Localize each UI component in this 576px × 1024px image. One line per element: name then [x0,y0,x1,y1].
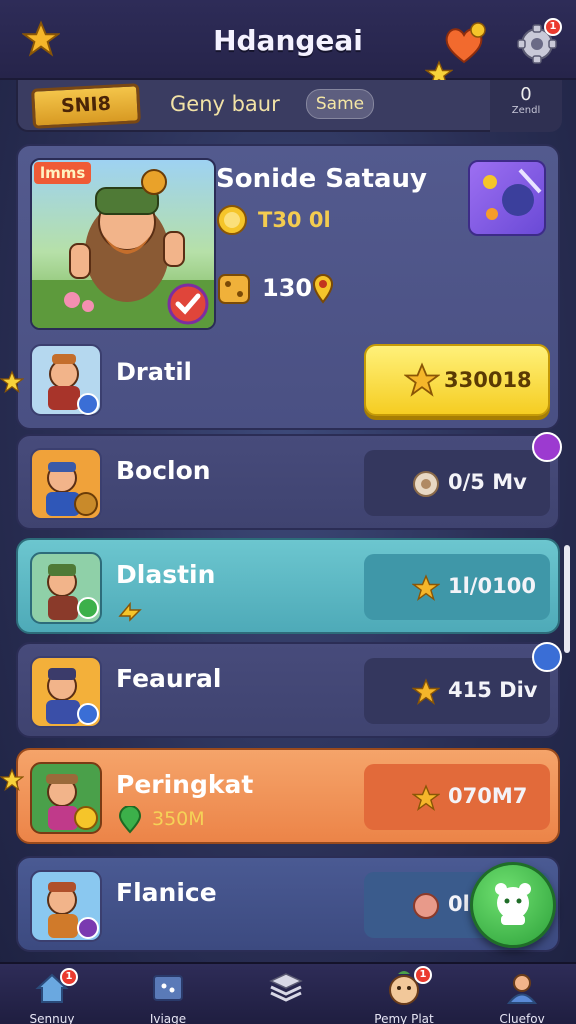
row-corner-badge [532,432,562,462]
dratil-avatar-icon [30,344,102,416]
nav-label: Pemy Plat [374,1012,434,1024]
monster-icon [483,168,542,220]
list-item[interactable]: Dlastin 1l/0100 [16,538,560,634]
row-value: 1l/0100 [448,574,536,598]
nav-layers[interactable] [236,970,336,1024]
gem-icon [413,893,439,919]
featured-name: Sonide Satauy [216,164,428,194]
filter-chip[interactable]: Same [306,89,374,119]
featured-reward-button[interactable]: 330018 [364,344,550,416]
featured-badge: lmms [34,162,92,184]
bottom-nav: Sennuy 1 Iviage Pemy Plat 1 Cluefov [0,962,576,1024]
map-icon [153,975,183,1001]
nav-avatar[interactable]: Pemy Plat [354,970,454,1024]
layers-icon [269,973,303,1002]
nav-label: Iviage [149,1012,187,1024]
row-value: 415 Div [448,678,538,702]
dlastin-avatar-icon [30,552,102,624]
row-name: Boclon [116,456,211,485]
star-icon [404,362,440,397]
nav-avatar-badge: 1 [414,966,432,984]
row-name: Flanice [116,878,217,907]
featured-card[interactable]: lmms Sonide Satauy T30 0l 130 Dratil 330… [16,144,560,430]
row-value: 0/5 Mv [448,470,527,494]
list-item[interactable]: Peringkat 350M 070M7 [16,748,560,844]
star-icon [412,574,440,602]
search-bar: SNI8 Geny baur Same 0 Zendl [16,80,562,132]
peringkat-avatar-icon [30,762,102,834]
row-corner-badge [532,642,562,672]
featured-thumbnail[interactable] [468,160,546,236]
boclon-avatar-icon [30,448,102,520]
coin-icon [217,205,247,235]
featured-gems: 130 [262,274,313,302]
nav-label: Cluefov [499,1012,545,1024]
featured-sub-name: Dratil [116,358,192,386]
search-counter[interactable]: 0 Zendl [490,80,562,132]
chat-mascot-button[interactable] [470,862,556,948]
search-input[interactable]: Geny baur [170,92,280,116]
nav-map[interactable]: Iviage [118,970,218,1024]
arrow-icon [118,601,142,622]
nav-home-badge: 1 [60,968,78,986]
featured-hero-image: lmms [30,158,216,330]
star-icon [412,678,440,706]
top-bar: Hdangeai 1 [0,0,576,80]
dice-icon [218,274,250,304]
location-pin-icon [118,806,142,834]
profile-icon [506,974,538,1004]
coin-icon [413,471,439,497]
mascot-icon [495,883,531,925]
row-value-pill[interactable]: 1l/0100 [364,554,550,620]
nav-home[interactable]: Sennuy [2,970,102,1024]
app-title: Hdangeai [213,24,363,57]
row-sub: 350M [152,808,205,830]
settings-notification-badge: 1 [544,18,562,36]
row-value-pill[interactable]: 070M7 [364,764,550,830]
list-item[interactable]: Feaural 415 Div [16,642,560,738]
featured-coins: T30 0l [258,208,331,232]
counter-value: 0 [520,84,532,105]
nav-profile[interactable]: Cluefov [472,970,572,1024]
location-pin-icon [312,274,334,304]
row-name: Feaural [116,664,222,693]
side-star-icon [0,768,24,792]
row-name: Peringkat [116,770,254,799]
side-star-icon [0,370,24,394]
row-value-pill[interactable]: 415 Div [364,658,550,724]
check-icon [167,283,209,325]
row-name: Dlastin [116,560,216,589]
list-item[interactable]: Boclon 0/5 Mv [16,434,560,530]
flanice-avatar-icon [30,870,102,942]
row-value-pill[interactable]: 0/5 Mv [364,450,550,516]
row-value: 0l [448,892,470,916]
counter-label: Zendl [511,105,541,116]
star-icon [412,784,440,812]
nav-label: Sennuy [29,1012,75,1024]
row-value: 070M7 [448,784,528,808]
level-banner: SNI8 [31,83,141,129]
feaural-avatar-icon [30,656,102,728]
featured-button-label: 330018 [444,368,532,392]
scrollbar[interactable] [564,545,570,653]
